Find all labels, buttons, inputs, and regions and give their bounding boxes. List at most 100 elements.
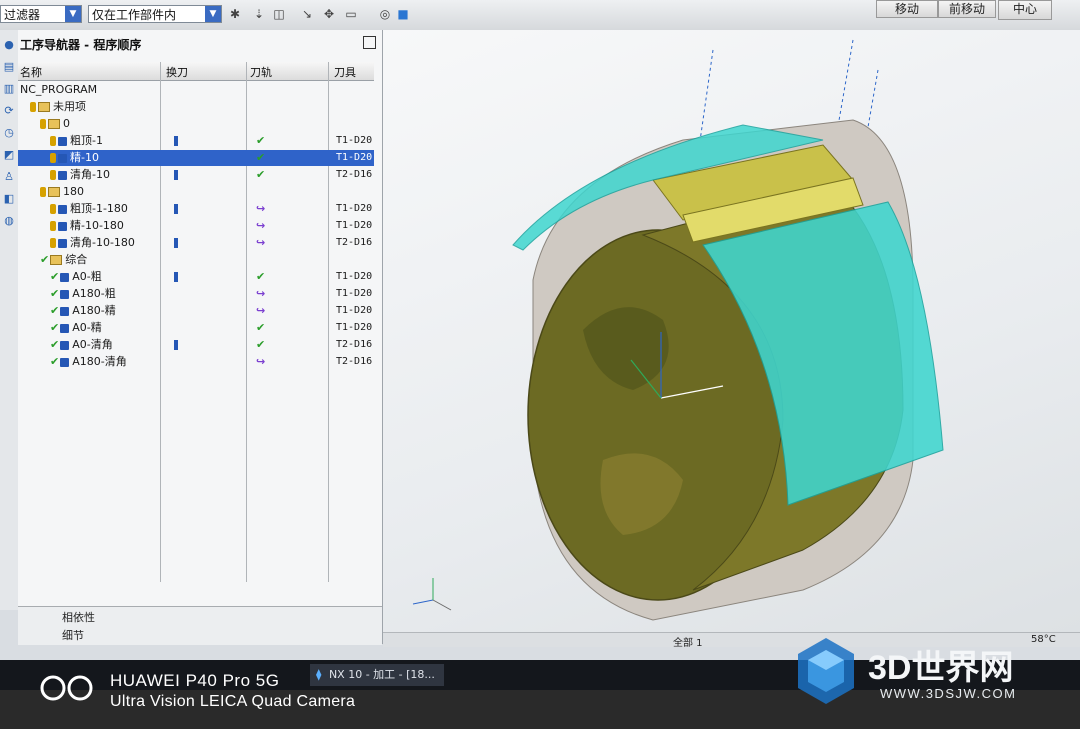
row-name: ✔ A180-精 [50, 303, 116, 319]
row-label: 精-10-180 [70, 219, 124, 232]
group-row[interactable]: NC_PROGRAM [18, 82, 374, 98]
filter-combo[interactable]: 过滤器 ▼ [0, 5, 82, 23]
toolchange-icon [174, 238, 178, 248]
row-tool: T1-D20 [336, 322, 373, 333]
globe-icon[interactable]: ● [2, 38, 16, 52]
row-label: 综合 [65, 253, 88, 266]
row-name: ✔ A180-清角 [50, 354, 127, 370]
operation-row[interactable]: 粗顶-1 ✔ T1-D20 [18, 133, 374, 149]
part-nav-icon[interactable]: ▤ [2, 60, 16, 74]
move-button[interactable]: 移动 [876, 0, 938, 18]
row-name: ✔ A0-精 [50, 320, 102, 336]
graphics-viewport[interactable] [383, 30, 1080, 632]
operation-navigator: 工序导航器 - 程序顺序 名称 换刀 刀轨 刀具 NC_PROGRAM 未用项 0 粗… [18, 30, 384, 645]
operation-row[interactable]: ✔ A0-精 ✔ T1-D20 [18, 320, 374, 336]
folder-icon [48, 119, 60, 129]
col-toolchange[interactable]: 换刀 [166, 64, 188, 80]
screen: 过滤器 ▼ 仅在工作部件内 ▼ ✱ ⇣ ◫ ↘ ✥ ▭ ◎ ■ 移动 前移动 中… [0, 0, 1080, 660]
row-name: 未用项 [30, 99, 86, 115]
operation-row[interactable]: ✔ A180-精 ↪ T1-D20 [18, 303, 374, 319]
toolpath-ok-icon: ✔ [256, 321, 266, 334]
row-label: A180-清角 [72, 355, 127, 368]
roles-icon[interactable]: ♙ [2, 170, 16, 184]
row-label: 180 [63, 185, 84, 198]
filter-combo-value: 过滤器 [4, 8, 41, 22]
navigator-bottom-pane: 相依性 细节 [18, 606, 382, 645]
row-name: ✔ A0-清角 [50, 337, 113, 353]
point-dialog-icon[interactable]: ◫ [272, 7, 286, 21]
folder-icon [48, 187, 60, 197]
col-name[interactable]: 名称 [20, 64, 42, 80]
row-name: ✔ A0-粗 [50, 269, 102, 285]
row-label: 精-10 [70, 151, 99, 164]
operation-icon [58, 170, 67, 180]
pin-icon [50, 204, 56, 214]
row-name: 180 [40, 184, 84, 200]
toolchange-icon [174, 170, 178, 180]
dependencies-label[interactable]: 相依性 [62, 609, 95, 625]
snap-point-icon[interactable]: ⇣ [252, 7, 266, 21]
box-select-icon[interactable]: ▭ [344, 7, 358, 21]
cube-icon[interactable]: ■ [396, 7, 410, 21]
operation-row[interactable]: ✔ A180-粗 ↪ T1-D20 [18, 286, 374, 302]
row-label: A180-精 [72, 304, 116, 317]
operation-row[interactable]: 精-10 ✔ T1-D20 [18, 150, 374, 166]
center-label: 中心 [1012, 2, 1037, 16]
scope-combo-value: 仅在工作部件内 [92, 8, 177, 22]
check-icon: ✔ [50, 304, 60, 317]
row-name: ✔ 综合 [40, 252, 87, 268]
group-row[interactable]: 0 [18, 116, 374, 132]
clock-icon[interactable]: ◷ [2, 126, 16, 140]
site-url: WWW.3DSJW.COM [880, 686, 1017, 701]
row-label: 粗顶-1 [70, 134, 103, 147]
pin-icon [30, 102, 36, 112]
toolpath-ok-icon: ✔ [256, 270, 266, 283]
row-name: NC_PROGRAM [20, 82, 97, 98]
navigator-title: 工序导航器 - 程序顺序 [18, 36, 384, 56]
maximize-icon[interactable] [363, 36, 376, 49]
row-label: A0-粗 [72, 270, 102, 283]
palette-icon[interactable]: ◩ [2, 148, 16, 162]
system-icon[interactable]: ◧ [2, 192, 16, 206]
operation-row[interactable]: 粗顶-1-180 ↪ T1-D20 [18, 201, 374, 217]
taskbar-app-nx[interactable]: ⧫ NX 10 - 加工 - [18... [310, 664, 444, 686]
row-tool: T1-D20 [336, 271, 373, 282]
center-button[interactable]: 中心 [998, 0, 1052, 20]
chevron-down-icon[interactable]: ▼ [205, 6, 221, 22]
row-tool: T1-D20 [336, 135, 373, 146]
operation-row[interactable]: 清角-10-180 ↪ T2-D16 [18, 235, 374, 251]
group-row[interactable]: 180 [18, 184, 374, 200]
operation-icon [60, 306, 70, 316]
operation-icon [58, 204, 67, 214]
history-icon[interactable]: ⟳ [2, 104, 16, 118]
col-tool[interactable]: 刀具 [334, 64, 356, 80]
row-name: 清角-10 [50, 167, 110, 183]
group-row[interactable]: ✔ 综合 [18, 252, 374, 268]
operation-row[interactable]: ✔ A0-粗 ✔ T1-D20 [18, 269, 374, 285]
view-orient-icon[interactable]: ◎ [378, 7, 392, 21]
row-label: A0-精 [72, 321, 102, 334]
operation-row[interactable]: ✔ A0-清角 ✔ T2-D16 [18, 337, 374, 353]
details-label[interactable]: 细节 [62, 627, 84, 643]
row-label: A0-清角 [72, 338, 113, 351]
operation-row[interactable]: ✔ A180-清角 ↪ T2-D16 [18, 354, 374, 370]
assembly-icon[interactable]: ▥ [2, 82, 16, 96]
operation-icon [60, 357, 70, 367]
group-row[interactable]: 未用项 [18, 99, 374, 115]
scope-combo[interactable]: 仅在工作部件内 ▼ [88, 5, 222, 23]
col-toolpath[interactable]: 刀轨 [250, 64, 272, 80]
toolchange-icon [174, 272, 178, 282]
operation-row[interactable]: 精-10-180 ↪ T1-D20 [18, 218, 374, 234]
row-tool: T2-D16 [336, 356, 373, 367]
pan-icon[interactable]: ✥ [322, 7, 336, 21]
folder-icon [50, 255, 63, 265]
selection-filter-icon[interactable]: ✱ [228, 7, 242, 21]
part-model[interactable] [383, 30, 1080, 632]
web-icon[interactable]: ◍ [2, 214, 16, 228]
row-label: 清角-10-180 [70, 236, 135, 249]
move-forward-button[interactable]: 前移动 [938, 0, 996, 18]
chevron-down-icon[interactable]: ▼ [65, 6, 81, 22]
resource-bar: ● ▤ ▥ ⟳ ◷ ◩ ♙ ◧ ◍ [0, 30, 19, 610]
operation-row[interactable]: 清角-10 ✔ T2-D16 [18, 167, 374, 183]
arrow-icon[interactable]: ↘ [300, 7, 314, 21]
